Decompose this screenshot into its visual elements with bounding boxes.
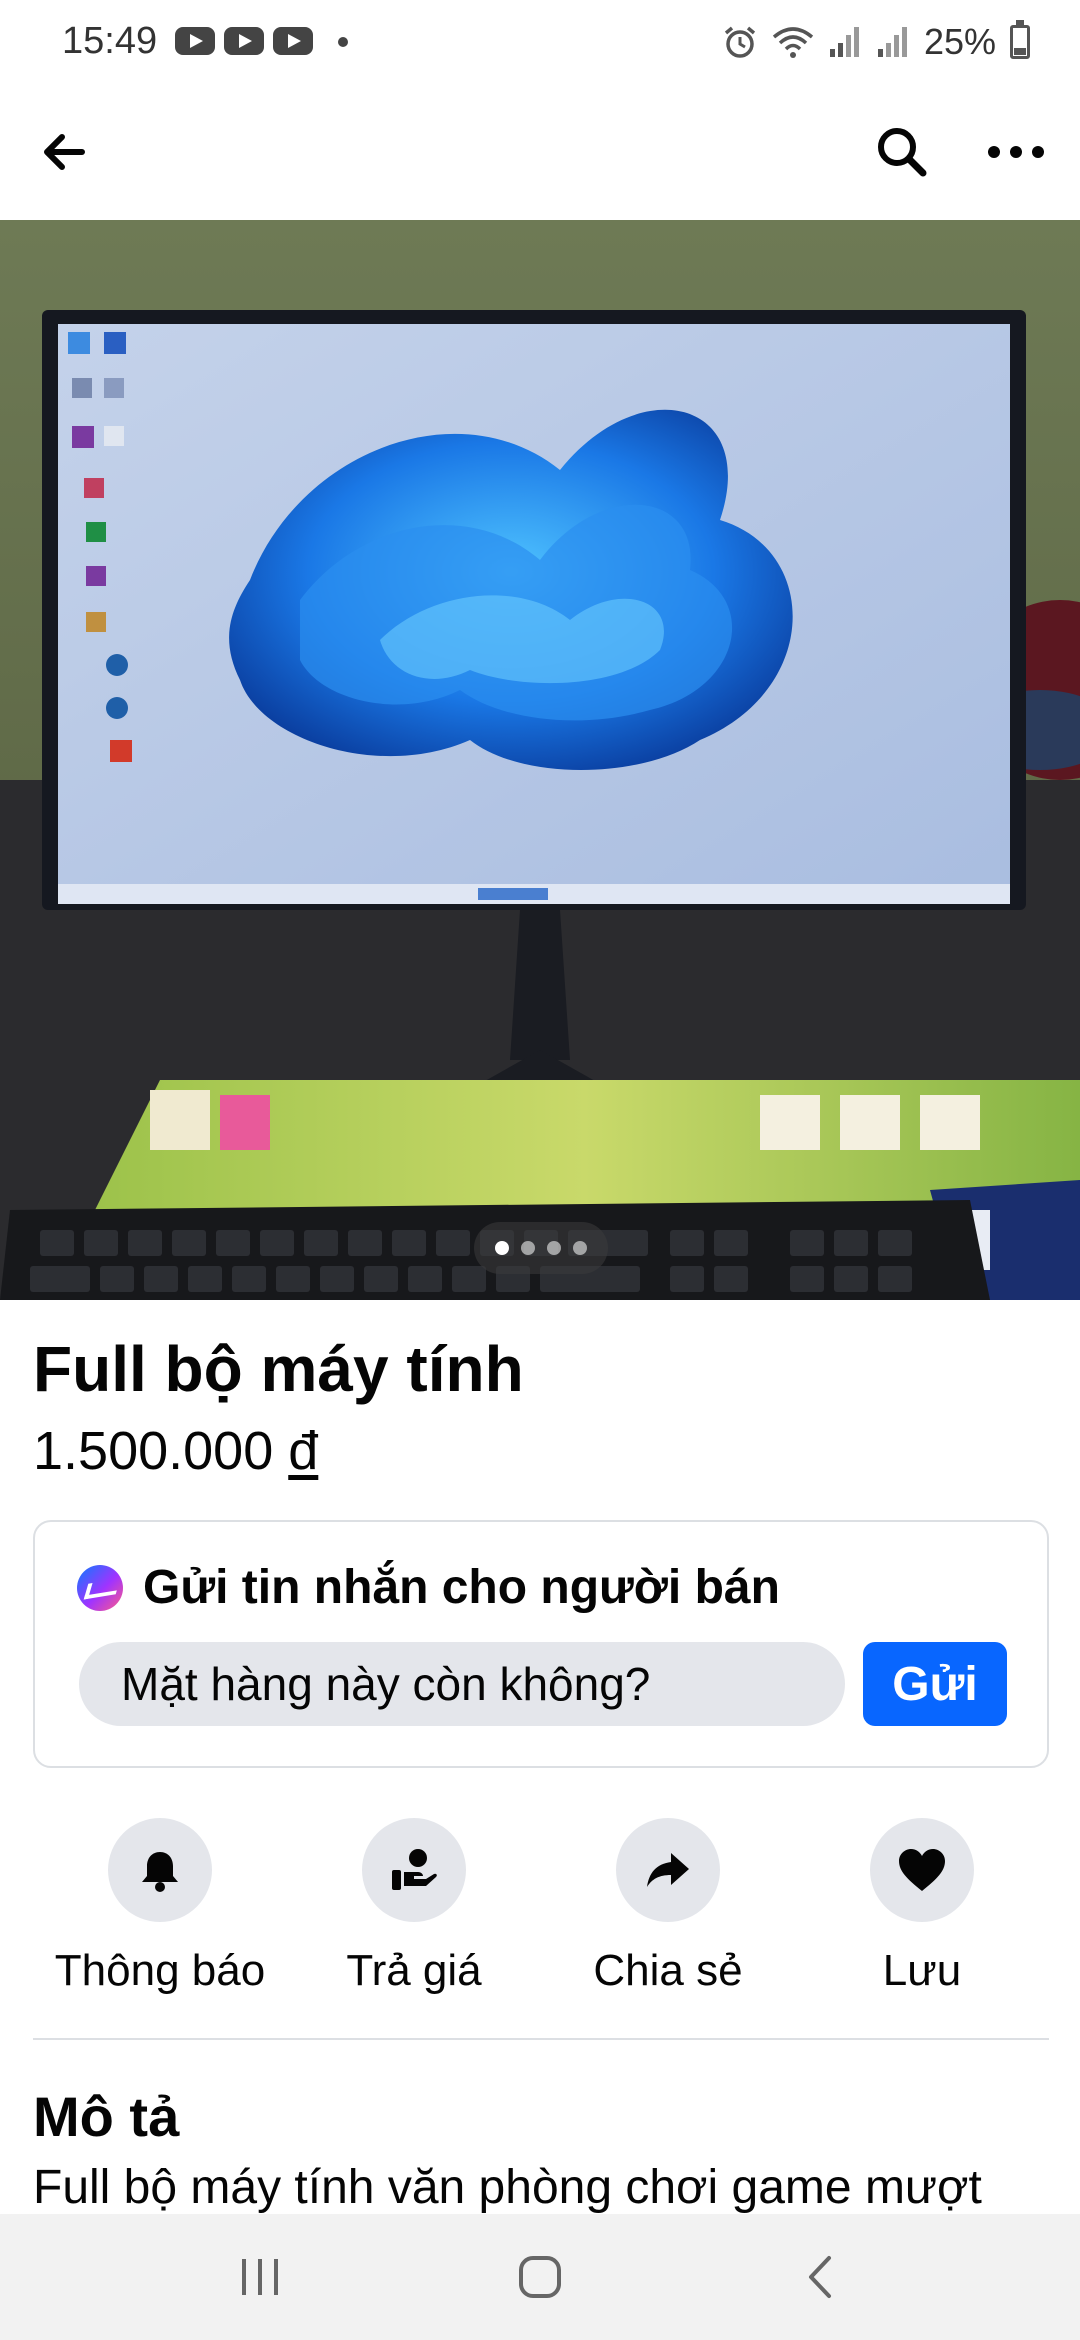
notify-button[interactable] [108,1818,212,1922]
home-button[interactable] [500,2244,580,2310]
search-button[interactable] [862,112,942,192]
product-photo [0,220,1080,1300]
signal-icon [877,27,907,57]
search-icon [878,128,927,177]
action-label: Lưu [882,1946,962,1995]
home-icon [519,2256,561,2298]
heart-icon [899,1849,945,1891]
battery-icon [1010,20,1030,59]
price-value: 1.500.000 [33,1421,274,1481]
bell-icon [142,1852,178,1892]
status-bar: 15:49 25% [0,0,1080,86]
message-seller-card: Gửi tin nhắn cho người bán Gửi [33,1520,1049,1768]
youtube-icon [175,27,215,55]
listing-price: 1.500.000 đ [33,1420,318,1482]
share-icon [647,1853,689,1887]
pager-dot[interactable] [547,1241,561,1255]
image-pager[interactable] [474,1222,608,1274]
action-label: Thông báo [54,1946,266,1995]
offer-hand-icon [392,1849,437,1890]
share-button[interactable] [616,1818,720,1922]
send-button[interactable]: Gửi [863,1642,1007,1726]
recents-button[interactable] [220,2244,300,2310]
back-button[interactable] [24,112,104,192]
listing-photo[interactable] [0,220,1080,1300]
action-row: Thông báo Trả giá Chia sẻ Lưu [0,1818,1080,2018]
share-action[interactable]: Chia sẻ [548,1818,788,2018]
message-heading: Gửi tin nhắn cho người bán [77,1560,780,1615]
chevron-left-icon [809,2256,831,2298]
youtube-icon [273,27,313,55]
pager-dot[interactable] [521,1241,535,1255]
divider [33,2038,1049,2040]
message-heading-text: Gửi tin nhắn cho người bán [143,1561,780,1614]
price-currency: đ [288,1421,319,1481]
system-nav-bar [0,2214,1080,2340]
battery-percent: 25% [923,21,996,62]
listing-title: Full bộ máy tính [33,1333,524,1405]
pager-dot[interactable] [573,1241,587,1255]
status-time: 15:49 [62,20,158,62]
more-horizontal-icon [988,146,1044,158]
description-text: Full bộ máy tính văn phòng chơi game mượ… [33,2161,982,2214]
recents-icon [242,2259,278,2295]
notification-dot [338,37,348,47]
alarm-icon [724,26,756,58]
messenger-icon [77,1564,123,1611]
message-input[interactable] [79,1642,845,1726]
save-action[interactable]: Lưu [802,1818,1042,2018]
wifi-icon [772,27,814,58]
more-button[interactable] [976,112,1056,192]
youtube-icon [224,27,264,55]
offer-action[interactable]: Trả giá [294,1818,534,2018]
action-label: Chia sẻ [593,1946,743,1995]
offer-button[interactable] [362,1818,466,1922]
description-title: Mô tả [33,2085,180,2148]
app-bar [0,86,1080,220]
save-button[interactable] [870,1818,974,1922]
status-right: 25% [722,20,1030,64]
action-label: Trả giá [346,1946,482,1995]
notify-action[interactable]: Thông báo [40,1818,280,2018]
back-nav-button[interactable] [780,2244,860,2310]
signal-icon [829,27,859,57]
pager-dot[interactable] [495,1241,509,1255]
arrow-left-icon [44,134,85,170]
